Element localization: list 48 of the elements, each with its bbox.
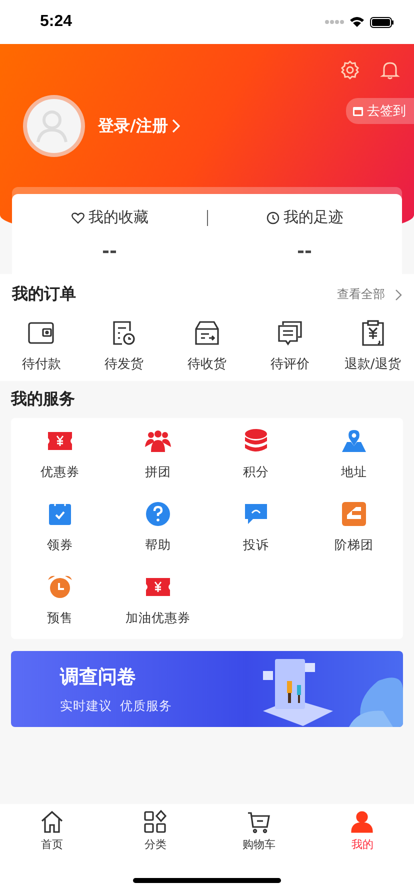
home-icon xyxy=(40,810,64,834)
stat-label[interactable]: 我的足迹 xyxy=(284,208,344,227)
wifi-icon xyxy=(350,16,364,28)
service-item[interactable]: 地址 xyxy=(305,428,403,487)
nav-tab[interactable]: 分类 xyxy=(115,810,196,864)
service-item[interactable]: 积分 xyxy=(207,428,305,487)
banner-subtitle: 实时建议 优质服务 xyxy=(60,698,172,714)
cart-icon xyxy=(246,810,271,834)
nav-tab[interactable]: 我的 xyxy=(322,810,402,864)
chevron-right-icon xyxy=(395,288,402,300)
order-status-item[interactable]: 待评价 xyxy=(250,319,330,373)
chat-icon xyxy=(276,319,304,347)
service-item[interactable]: 阶梯团 xyxy=(305,501,403,560)
settings-icon[interactable] xyxy=(340,60,360,80)
calendar-icon xyxy=(352,105,364,117)
service-item[interactable]: 领券 xyxy=(11,501,109,560)
view-all-link[interactable]: 查看全部 xyxy=(337,286,402,303)
battery-icon xyxy=(370,16,394,28)
person-icon xyxy=(350,810,374,834)
service-item[interactable]: 投诉 xyxy=(207,501,305,560)
service-item[interactable]: 拼团 xyxy=(109,428,207,487)
signal-icon xyxy=(324,19,344,25)
bell-icon[interactable] xyxy=(380,60,400,80)
banner-title: 调查问卷 xyxy=(60,664,137,690)
avatar-icon[interactable] xyxy=(22,94,86,158)
section-title: 我的服务 xyxy=(11,389,76,410)
nav-tab[interactable]: 购物车 xyxy=(218,810,299,864)
order-status-item[interactable]: 待发货 xyxy=(84,319,164,373)
status-time: 5:24 xyxy=(40,13,72,31)
grid-icon xyxy=(143,810,168,834)
clock-icon xyxy=(266,210,280,224)
heart-icon xyxy=(70,210,84,224)
order-status-item[interactable]: 待付款 xyxy=(1,319,82,373)
service-item[interactable]: 预售 xyxy=(11,574,109,633)
stat-value: -- xyxy=(297,241,312,262)
section-title: 我的订单 xyxy=(12,284,76,305)
service-item[interactable]: 加油优惠券 xyxy=(109,574,207,633)
box-icon xyxy=(192,319,221,347)
nav-tab[interactable]: 首页 xyxy=(12,810,92,864)
wallet-icon xyxy=(27,319,56,347)
order-status-item[interactable]: 退款/退货 xyxy=(332,319,413,373)
survey-banner[interactable]: 调查问卷 实时建议 优质服务 xyxy=(11,651,403,727)
chevron-right-icon xyxy=(172,119,180,133)
service-item[interactable]: 优惠券 xyxy=(11,428,109,487)
service-item[interactable]: 帮助 xyxy=(109,501,207,560)
order-status-item[interactable]: 待收货 xyxy=(166,319,247,373)
stat-value: -- xyxy=(102,241,117,262)
stat-label[interactable]: 我的收藏 xyxy=(88,208,148,227)
